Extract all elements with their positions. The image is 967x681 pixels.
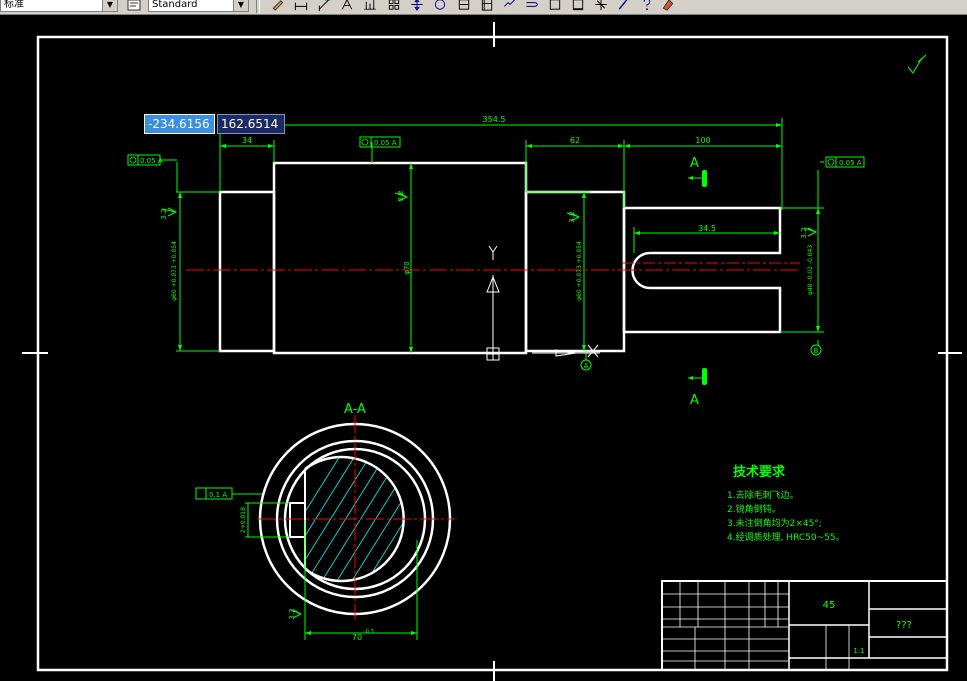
dimension-style-value: 标准 — [4, 0, 24, 10]
coordinate-y-input[interactable]: 162.6514 — [217, 114, 285, 134]
tech-title: 技术要求 — [733, 464, 786, 480]
coordinate-y-value: 162.6514 — [221, 117, 279, 131]
dimension-edit-icon[interactable] — [502, 0, 518, 12]
tolerance-frame-left: 0.05 A — [127, 154, 177, 166]
tech-item-4: 4.经调质处理, HRC50~55。 — [727, 531, 845, 543]
roughness-center: 3.2 — [397, 190, 405, 201]
box2-icon[interactable] — [570, 0, 586, 12]
baseline-dimension-icon[interactable] — [362, 0, 378, 12]
erase-icon[interactable] — [660, 0, 676, 12]
left-diameter-dim: φ60 +0.073 +0.054 — [171, 241, 178, 301]
radius-dimension-icon[interactable] — [409, 0, 425, 12]
toolbar-separator — [256, 0, 260, 13]
section-width-dim: 70 — [352, 633, 362, 642]
linear-dimension-icon[interactable] — [293, 0, 309, 12]
section-cut-marks: A A — [688, 156, 707, 408]
pen-icon[interactable] — [615, 0, 631, 12]
text-style-select[interactable]: Standard ▼ — [148, 0, 249, 12]
section-key-dim: 2+0.018 — [240, 507, 247, 533]
section-view-title: A-A — [344, 402, 366, 417]
roughness-mid: 3.2 — [568, 211, 576, 222]
help-icon[interactable] — [638, 0, 654, 12]
title-scale: 1:1 — [853, 647, 864, 655]
chevron-down-icon: ▼ — [102, 0, 117, 11]
ordinate-dimension-icon[interactable] — [339, 0, 355, 12]
roughness-section: 3.2 — [288, 608, 296, 619]
text-edit-icon[interactable] — [524, 0, 540, 12]
dimension-toolbar: 标准 ▼ Standard ▼ — [0, 0, 967, 15]
aligned-dimension-icon[interactable] — [316, 0, 332, 12]
box-icon[interactable] — [547, 0, 563, 12]
tech-item-2: 2.锐角倒钝。 — [727, 503, 781, 515]
coordinate-x-value: -234.6156 — [148, 117, 210, 131]
tech-item-1: 1.去除毛刺飞边。 — [727, 489, 799, 501]
quick-leader-icon[interactable] — [479, 0, 495, 12]
tolerance-icon[interactable] — [456, 0, 472, 12]
text-style-icon[interactable] — [126, 0, 142, 12]
left-step-dim: 34 — [242, 136, 252, 145]
shaft-outline — [218, 161, 782, 355]
roughness-symbols — [161, 192, 818, 619]
tolerance-left-text: 0.05 A — [140, 157, 163, 165]
tolerance-frame-center: 0.05 A — [359, 136, 401, 148]
dimension-style-select[interactable]: 标准 ▼ — [0, 0, 118, 12]
pencil-icon[interactable] — [270, 0, 286, 12]
global-roughness-symbol — [907, 54, 927, 74]
text-style-value: Standard — [152, 0, 198, 10]
snap-icon[interactable] — [593, 0, 609, 12]
shaft-centerline — [186, 262, 800, 271]
datum-b-label: B — [814, 347, 819, 355]
tolerance-section-text: 0.1 A — [209, 491, 227, 499]
tolerance-right-text: 0.05 A — [839, 159, 862, 167]
tolerance-frame-right: 0.05 A — [825, 156, 865, 168]
chevron-down-icon: ▼ — [233, 0, 248, 11]
tech-item-3: 3.未注倒角均为2×45°; — [727, 517, 822, 529]
tolerance-frame-section: 0.1 A — [195, 487, 262, 500]
roughness-right: 3.2 — [800, 227, 808, 238]
section-width-tol: -0.3 — [364, 629, 374, 635]
keyway-length-dim: 34.5 — [698, 224, 716, 233]
coordinate-x-input[interactable]: -234.6156 — [144, 114, 215, 134]
title-material: 45 — [823, 600, 836, 611]
right-diameter-dim: φ48 -0.02 -0.043 — [807, 245, 814, 295]
datum-markers: A B — [532, 344, 822, 371]
roughness-left: 3.2 — [160, 208, 168, 219]
title-drawing-name: ??? — [896, 620, 912, 631]
mid-step-dim: 62 — [570, 136, 580, 145]
section-mark-top: A — [690, 156, 699, 171]
overall-length-dim: 354.5 — [483, 115, 506, 124]
mid-diameter-dim: φ60 +0.073 +0.054 — [576, 241, 583, 301]
technical-requirements: 技术要求 1.去除毛刺飞边。 2.锐角倒钝。 3.未注倒角均为2×45°; 4.… — [727, 464, 845, 543]
section-view: A-A 70 -0.3 2+0.018 — [240, 402, 455, 642]
section-mark-bottom: A — [690, 393, 699, 408]
center-mark-icon[interactable] — [432, 0, 448, 12]
datum-a-label: A — [584, 362, 589, 370]
main-diameter-dim: φ70 — [403, 261, 411, 275]
tolerance-center-text: 0.05 A — [374, 139, 397, 147]
right-length-dim: 100 — [695, 136, 710, 145]
continue-dimension-icon[interactable] — [386, 0, 402, 12]
ucs-icon — [486, 245, 500, 361]
